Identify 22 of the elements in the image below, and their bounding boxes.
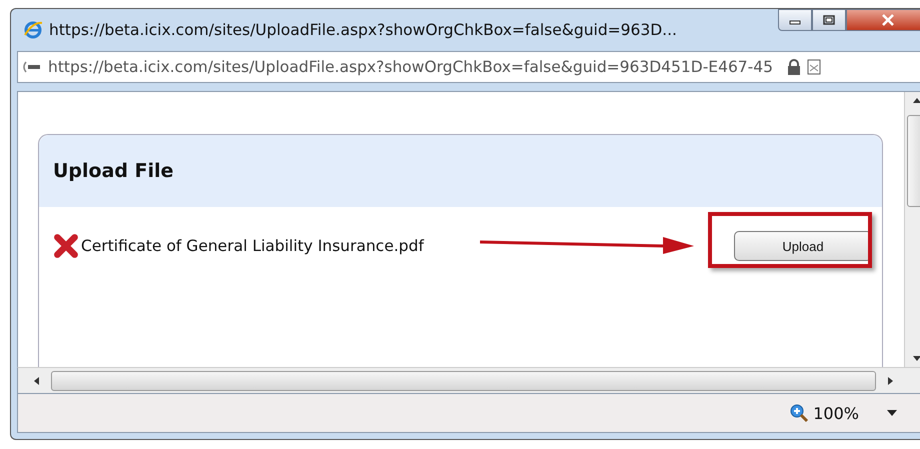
address-field[interactable]: https://beta.icix.com/sites/UploadFile.aspx?showOrgChkBox=false&guid=963D451D-E467-45 <box>17 51 920 83</box>
dropdown-caret-icon[interactable] <box>887 410 897 416</box>
zoom-icon[interactable] <box>789 403 810 423</box>
restore-icon <box>823 15 835 25</box>
scroll-left-icon[interactable] <box>34 376 39 384</box>
error-icon <box>53 233 79 259</box>
url-text: https://beta.icix.com/sites/UploadFile.aspx?showOrgChkBox=false&guid=963D451D-E467-45 <box>48 58 773 76</box>
scroll-down-icon[interactable] <box>913 356 920 361</box>
browser-logo-icon <box>23 20 43 40</box>
page-icon[interactable] <box>806 59 821 75</box>
zoom-level[interactable]: 100% <box>813 404 859 422</box>
scroll-right-icon[interactable] <box>888 376 893 384</box>
window-title: https://beta.icix.com/sites/UploadFile.aspx?showOrgChkBox=false&guid=963D... <box>49 21 677 39</box>
scroll-up-icon[interactable] <box>913 98 920 103</box>
lock-icon <box>786 59 801 75</box>
minimize-button[interactable] <box>778 9 812 31</box>
horizontal-scrollbar[interactable] <box>17 367 920 394</box>
file-name: Certificate of General Liability Insurance.pdf <box>81 237 424 255</box>
close-icon <box>881 14 895 26</box>
maximize-button[interactable] <box>812 9 846 31</box>
panel-title: Upload File <box>53 160 174 182</box>
close-button[interactable] <box>846 9 920 31</box>
